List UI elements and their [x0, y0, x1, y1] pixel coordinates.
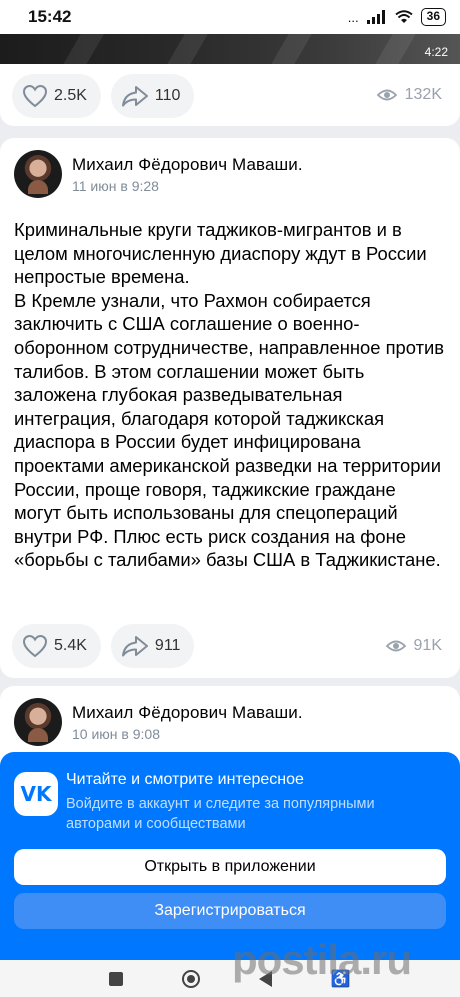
like-count: 5.4K — [54, 637, 87, 654]
share-arrow-icon — [121, 86, 148, 107]
views-count: 132K — [404, 86, 442, 103]
heart-icon — [22, 634, 48, 658]
signal-bars-icon — [366, 10, 385, 24]
author-avatar[interactable] — [14, 150, 62, 198]
post-meta: Михаил Фёдорович Маваши. 11 июн в 9:28 — [72, 155, 303, 194]
post-header: Михаил Фёдорович Маваши. 11 июн в 9:28 — [0, 138, 460, 198]
eye-icon — [376, 89, 397, 101]
post-header: Михаил Фёдорович Маваши. 10 июн в 9:08 — [0, 686, 460, 746]
eye-icon — [385, 640, 406, 652]
video-preview[interactable]: 4:22 — [0, 34, 460, 64]
vk-logo-icon: VK — [14, 772, 58, 816]
like-button[interactable]: 2.5K — [12, 74, 101, 118]
page: 15:42 ... 36 4:22 2.5K 110 132K Михаил Ф… — [0, 0, 460, 997]
share-button[interactable]: 911 — [110, 624, 195, 668]
author-name[interactable]: Михаил Фёдорович Маваши. — [72, 155, 303, 175]
views-counter: 91K — [385, 637, 448, 655]
status-bar: 15:42 ... 36 — [0, 0, 460, 34]
author-name[interactable]: Михаил Фёдорович Маваши. — [72, 703, 303, 723]
views-count: 91K — [413, 637, 442, 654]
share-button[interactable]: 110 — [110, 74, 195, 118]
recent-apps-icon[interactable] — [109, 971, 124, 986]
heart-icon — [22, 84, 48, 108]
login-promo-sheet: VK Читайте и смотрите интересное Войдите… — [0, 752, 460, 960]
sheet-title: Читайте и смотрите интересное — [66, 771, 304, 788]
views-counter: 132K — [376, 86, 448, 104]
accessibility-icon[interactable]: ♿ — [331, 969, 351, 989]
post-date[interactable]: 11 июн в 9:28 — [72, 178, 303, 194]
video-frame — [0, 34, 460, 64]
post-card: Михаил Фёдорович Маваши. 11 июн в 9:28 К… — [0, 138, 460, 678]
post-footer-card: 2.5K 110 132K — [0, 64, 460, 126]
post-actions: 2.5K 110 132K — [0, 64, 460, 126]
home-icon[interactable] — [182, 969, 201, 988]
post-meta: Михаил Фёдорович Маваши. 10 июн в 9:08 — [72, 703, 303, 742]
post-text: Криминальные круги таджиков-мигрантов и … — [14, 219, 445, 571]
author-avatar[interactable] — [14, 698, 62, 746]
wifi-icon — [395, 10, 413, 23]
back-icon[interactable] — [258, 970, 272, 987]
post-actions: 5.4K 911 91K — [0, 624, 460, 668]
open-in-app-button[interactable]: Открыть в приложении — [14, 849, 446, 885]
battery-indicator: 36 — [420, 8, 446, 26]
share-count: 911 — [154, 637, 181, 654]
post-date[interactable]: 10 июн в 9:08 — [72, 726, 303, 742]
register-button[interactable]: Зарегистрироваться — [14, 893, 446, 929]
status-icons: ... 36 — [348, 8, 446, 26]
video-duration: 4:22 — [424, 45, 448, 59]
vk-logo-text: VK — [20, 782, 52, 806]
like-button[interactable]: 5.4K — [12, 624, 101, 668]
share-count: 110 — [154, 87, 181, 104]
network-indicator: ... — [347, 9, 359, 25]
sheet-subtitle: Войдите в аккаунт и следите за популярны… — [66, 796, 375, 832]
like-count: 2.5K — [54, 87, 87, 104]
status-time: 15:42 — [28, 7, 72, 26]
system-nav-bar: ♿ — [0, 960, 460, 997]
share-arrow-icon — [121, 636, 148, 657]
